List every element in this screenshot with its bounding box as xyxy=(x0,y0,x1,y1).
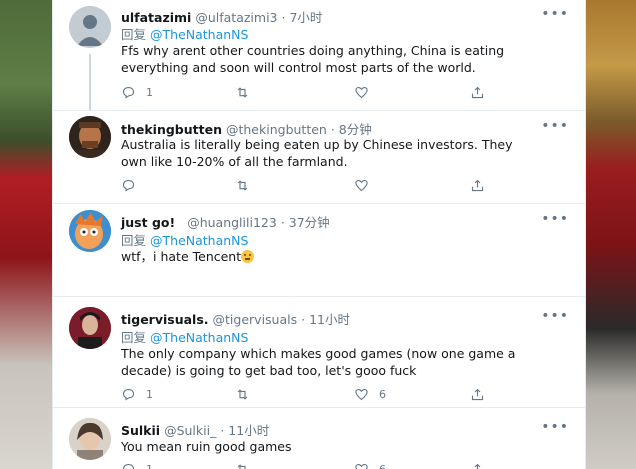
tweet-actions: 1 6 xyxy=(121,461,481,469)
reply-context: 回复 @TheNathanNS xyxy=(121,24,248,43)
like-button[interactable] xyxy=(354,84,379,100)
reply-to-link[interactable]: @TheNathanNS xyxy=(150,233,248,248)
tweet-text: The only company which makes good games … xyxy=(121,346,516,378)
display-name[interactable]: thekingbutten xyxy=(121,122,222,137)
share-icon xyxy=(474,463,481,469)
reply-label: 回复 xyxy=(121,330,147,345)
tweet-text: You mean ruin good games xyxy=(121,439,292,454)
timestamp[interactable]: · 7小时 xyxy=(282,10,323,25)
avatar-cartoon xyxy=(69,210,111,252)
background-photo-right xyxy=(584,0,636,469)
share-icon xyxy=(471,388,484,400)
like-count: 6 xyxy=(379,462,386,469)
reply-context: 回复 @TheNathanNS xyxy=(121,327,248,346)
reply-button[interactable]: 1 xyxy=(121,386,153,402)
heart-icon xyxy=(355,388,368,400)
retweet-icon xyxy=(237,179,248,191)
share-icon xyxy=(471,179,484,191)
share-button[interactable] xyxy=(470,386,485,402)
display-name[interactable]: tigervisuals. xyxy=(121,312,209,327)
tweet-header: tigervisuals. @tigervisuals · 11小时 xyxy=(121,309,350,328)
share-icon xyxy=(471,86,484,98)
more-options-icon[interactable]: ••• xyxy=(541,118,569,134)
reply-icon xyxy=(122,179,135,191)
retweet-icon xyxy=(237,388,248,400)
avatar[interactable] xyxy=(69,6,111,48)
retweet-icon xyxy=(237,463,246,469)
display-name[interactable]: just go! xyxy=(121,215,175,230)
tweet-header: just go! @huanglili123 · 37分钟 xyxy=(121,212,330,231)
tweet-text: wtf，i hate Tencent xyxy=(121,249,242,264)
timestamp[interactable]: · 37分钟 xyxy=(281,215,330,230)
reply-label: 回复 xyxy=(121,27,147,42)
share-button[interactable] xyxy=(470,461,485,469)
retweet-button[interactable] xyxy=(235,386,260,402)
avatar[interactable] xyxy=(69,307,111,349)
display-name[interactable]: ulfatazimi xyxy=(121,10,191,25)
tweet-actions: 1 6 xyxy=(121,386,484,402)
handle[interactable]: @ulfatazimi3 xyxy=(195,10,277,25)
reply-count: 1 xyxy=(146,85,153,99)
handle[interactable]: @thekingbutten xyxy=(226,122,327,137)
handle[interactable]: @tigervisuals xyxy=(213,312,298,327)
reply-context: 回复 @TheNathanNS xyxy=(121,230,248,249)
avatar[interactable] xyxy=(69,210,111,252)
tweet-text: Ffs why arent other countries doing anyt… xyxy=(121,43,505,75)
heart-icon xyxy=(355,179,368,191)
timestamp[interactable]: · 11小时 xyxy=(301,312,350,327)
heart-icon xyxy=(355,86,368,98)
reply-icon xyxy=(122,86,135,98)
retweet-icon xyxy=(237,86,248,98)
tweet-actions xyxy=(121,177,484,193)
share-button[interactable] xyxy=(470,177,485,193)
avatar-photo xyxy=(69,116,111,158)
tweet-header: Sulkii @Sulkii_ · 11小时 xyxy=(121,420,269,439)
reply-to-link[interactable]: @TheNathanNS xyxy=(150,27,248,42)
reply-button[interactable]: 1 xyxy=(121,461,153,469)
thread-line xyxy=(89,54,91,110)
tweet-4[interactable]: tigervisuals. @tigervisuals · 11小时 ••• 回复 @… xyxy=(53,297,585,408)
like-button[interactable] xyxy=(354,177,379,193)
tweet-2[interactable]: thekingbutten @thekingbutten · 8分钟 ••• Aus… xyxy=(53,111,585,204)
like-button[interactable]: 6 xyxy=(354,461,386,469)
handle[interactable]: @huanglili123 xyxy=(187,215,277,230)
heart-icon xyxy=(355,463,368,469)
reply-button[interactable] xyxy=(121,177,146,193)
more-options-icon[interactable]: ••• xyxy=(541,6,569,22)
share-button[interactable] xyxy=(470,84,485,100)
background-photo-left xyxy=(0,0,60,469)
reply-to-link[interactable]: @TheNathanNS xyxy=(150,330,248,345)
like-button[interactable]: 6 xyxy=(354,386,386,402)
display-name[interactable]: Sulkii xyxy=(121,423,160,438)
reply-timeline: ulfatazimi @ulfatazimi3 · 7小时 ••• 回复 @TheNa… xyxy=(52,0,586,469)
avatar-photo xyxy=(69,307,111,349)
tweet-5[interactable]: Sulkii @Sulkii_ · 11小时 ••• You mean ruin g… xyxy=(53,408,585,469)
retweet-button[interactable] xyxy=(235,84,260,100)
like-count: 6 xyxy=(379,387,386,401)
tweet-actions: 1 xyxy=(121,84,484,100)
worried-face-emoji-icon xyxy=(241,250,255,263)
reply-icon xyxy=(122,463,135,469)
tweet-text-row: wtf，i hate Tencent xyxy=(121,248,541,265)
tweet-1[interactable]: ulfatazimi @ulfatazimi3 · 7小时 ••• 回复 @TheNa… xyxy=(53,0,585,111)
handle[interactable]: @Sulkii_ xyxy=(164,423,216,438)
reply-count: 1 xyxy=(146,462,153,469)
reply-count: 1 xyxy=(146,387,153,401)
reply-button[interactable]: 1 xyxy=(121,84,153,100)
timestamp[interactable]: · 8分钟 xyxy=(331,122,372,137)
more-options-icon[interactable]: ••• xyxy=(541,211,569,227)
avatar-photo xyxy=(69,418,111,460)
tweet-text: Australia is literally being eaten up by… xyxy=(121,137,513,169)
avatar[interactable] xyxy=(69,116,111,158)
tweet-3[interactable]: just go! @huanglili123 · 37分钟 ••• 回复 @TheNa… xyxy=(53,204,585,297)
more-options-icon[interactable]: ••• xyxy=(541,419,569,435)
timestamp[interactable]: · 11小时 xyxy=(220,423,269,438)
default-avatar-icon xyxy=(69,6,111,48)
reply-label: 回复 xyxy=(121,233,147,248)
more-options-icon[interactable]: ••• xyxy=(541,308,569,324)
retweet-button[interactable] xyxy=(235,461,260,469)
avatar[interactable] xyxy=(69,418,111,460)
retweet-button[interactable] xyxy=(235,177,260,193)
reply-icon xyxy=(122,388,135,400)
